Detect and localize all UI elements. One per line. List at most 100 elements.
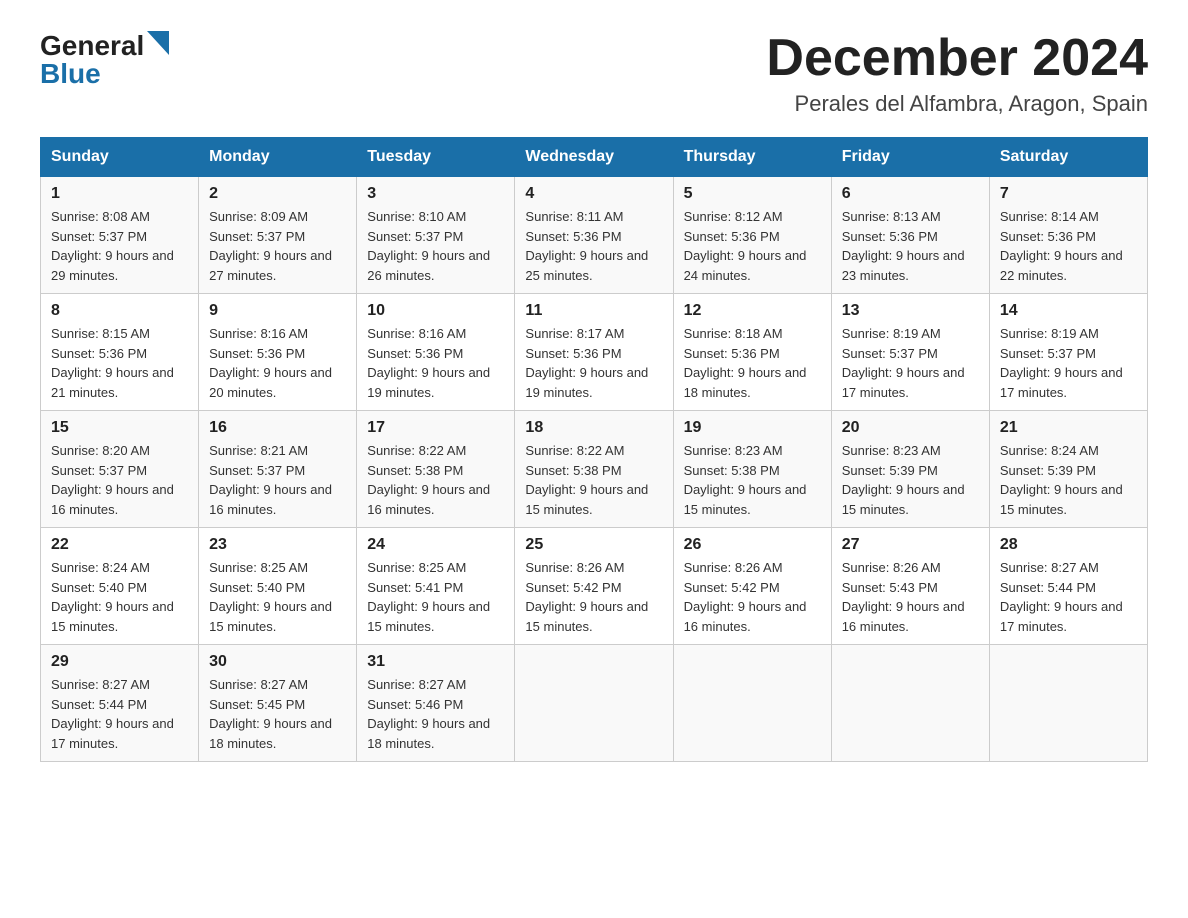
day-number: 20 <box>842 419 979 437</box>
day-info: Sunrise: 8:21 AMSunset: 5:37 PMDaylight:… <box>209 443 332 517</box>
calendar-cell: 21 Sunrise: 8:24 AMSunset: 5:39 PMDaylig… <box>989 411 1147 528</box>
calendar-cell <box>673 645 831 762</box>
calendar-cell: 5 Sunrise: 8:12 AMSunset: 5:36 PMDayligh… <box>673 177 831 294</box>
header-wednesday: Wednesday <box>515 138 673 177</box>
calendar-cell: 6 Sunrise: 8:13 AMSunset: 5:36 PMDayligh… <box>831 177 989 294</box>
calendar-cell: 28 Sunrise: 8:27 AMSunset: 5:44 PMDaylig… <box>989 528 1147 645</box>
calendar-table: Sunday Monday Tuesday Wednesday Thursday… <box>40 137 1148 762</box>
day-info: Sunrise: 8:23 AMSunset: 5:39 PMDaylight:… <box>842 443 965 517</box>
calendar-week-row: 22 Sunrise: 8:24 AMSunset: 5:40 PMDaylig… <box>41 528 1148 645</box>
day-number: 29 <box>51 653 188 671</box>
day-number: 18 <box>525 419 662 437</box>
day-info: Sunrise: 8:16 AMSunset: 5:36 PMDaylight:… <box>367 326 490 400</box>
calendar-cell: 10 Sunrise: 8:16 AMSunset: 5:36 PMDaylig… <box>357 294 515 411</box>
day-info: Sunrise: 8:27 AMSunset: 5:45 PMDaylight:… <box>209 677 332 751</box>
page: General Blue December 2024 Perales del A… <box>0 0 1188 792</box>
title-block: December 2024 Perales del Alfambra, Arag… <box>766 30 1148 117</box>
calendar-week-row: 15 Sunrise: 8:20 AMSunset: 5:37 PMDaylig… <box>41 411 1148 528</box>
calendar-cell: 1 Sunrise: 8:08 AMSunset: 5:37 PMDayligh… <box>41 177 199 294</box>
calendar-subtitle: Perales del Alfambra, Aragon, Spain <box>766 91 1148 117</box>
day-info: Sunrise: 8:24 AMSunset: 5:39 PMDaylight:… <box>1000 443 1123 517</box>
calendar-cell: 2 Sunrise: 8:09 AMSunset: 5:37 PMDayligh… <box>199 177 357 294</box>
calendar-cell: 8 Sunrise: 8:15 AMSunset: 5:36 PMDayligh… <box>41 294 199 411</box>
header-friday: Friday <box>831 138 989 177</box>
header-thursday: Thursday <box>673 138 831 177</box>
day-info: Sunrise: 8:18 AMSunset: 5:36 PMDaylight:… <box>684 326 807 400</box>
day-number: 28 <box>1000 536 1137 554</box>
header-saturday: Saturday <box>989 138 1147 177</box>
day-number: 1 <box>51 185 188 203</box>
day-info: Sunrise: 8:09 AMSunset: 5:37 PMDaylight:… <box>209 209 332 283</box>
day-info: Sunrise: 8:17 AMSunset: 5:36 PMDaylight:… <box>525 326 648 400</box>
calendar-cell: 18 Sunrise: 8:22 AMSunset: 5:38 PMDaylig… <box>515 411 673 528</box>
day-number: 11 <box>525 302 662 320</box>
day-number: 10 <box>367 302 504 320</box>
day-info: Sunrise: 8:14 AMSunset: 5:36 PMDaylight:… <box>1000 209 1123 283</box>
day-number: 8 <box>51 302 188 320</box>
calendar-week-row: 1 Sunrise: 8:08 AMSunset: 5:37 PMDayligh… <box>41 177 1148 294</box>
weekday-header-row: Sunday Monday Tuesday Wednesday Thursday… <box>41 138 1148 177</box>
calendar-cell: 15 Sunrise: 8:20 AMSunset: 5:37 PMDaylig… <box>41 411 199 528</box>
day-number: 4 <box>525 185 662 203</box>
day-number: 23 <box>209 536 346 554</box>
calendar-header: Sunday Monday Tuesday Wednesday Thursday… <box>41 138 1148 177</box>
day-number: 25 <box>525 536 662 554</box>
calendar-body: 1 Sunrise: 8:08 AMSunset: 5:37 PMDayligh… <box>41 177 1148 762</box>
calendar-cell: 3 Sunrise: 8:10 AMSunset: 5:37 PMDayligh… <box>357 177 515 294</box>
calendar-cell: 22 Sunrise: 8:24 AMSunset: 5:40 PMDaylig… <box>41 528 199 645</box>
day-number: 15 <box>51 419 188 437</box>
day-number: 6 <box>842 185 979 203</box>
header-tuesday: Tuesday <box>357 138 515 177</box>
calendar-cell: 20 Sunrise: 8:23 AMSunset: 5:39 PMDaylig… <box>831 411 989 528</box>
day-info: Sunrise: 8:27 AMSunset: 5:44 PMDaylight:… <box>1000 560 1123 634</box>
day-info: Sunrise: 8:15 AMSunset: 5:36 PMDaylight:… <box>51 326 174 400</box>
day-info: Sunrise: 8:22 AMSunset: 5:38 PMDaylight:… <box>367 443 490 517</box>
header-sunday: Sunday <box>41 138 199 177</box>
day-number: 30 <box>209 653 346 671</box>
day-number: 14 <box>1000 302 1137 320</box>
day-info: Sunrise: 8:27 AMSunset: 5:44 PMDaylight:… <box>51 677 174 751</box>
day-number: 12 <box>684 302 821 320</box>
calendar-cell: 25 Sunrise: 8:26 AMSunset: 5:42 PMDaylig… <box>515 528 673 645</box>
calendar-cell: 24 Sunrise: 8:25 AMSunset: 5:41 PMDaylig… <box>357 528 515 645</box>
calendar-cell <box>515 645 673 762</box>
day-info: Sunrise: 8:24 AMSunset: 5:40 PMDaylight:… <box>51 560 174 634</box>
day-number: 5 <box>684 185 821 203</box>
calendar-cell: 16 Sunrise: 8:21 AMSunset: 5:37 PMDaylig… <box>199 411 357 528</box>
day-number: 27 <box>842 536 979 554</box>
calendar-cell: 13 Sunrise: 8:19 AMSunset: 5:37 PMDaylig… <box>831 294 989 411</box>
calendar-cell: 11 Sunrise: 8:17 AMSunset: 5:36 PMDaylig… <box>515 294 673 411</box>
day-number: 26 <box>684 536 821 554</box>
day-info: Sunrise: 8:19 AMSunset: 5:37 PMDaylight:… <box>1000 326 1123 400</box>
calendar-week-row: 29 Sunrise: 8:27 AMSunset: 5:44 PMDaylig… <box>41 645 1148 762</box>
day-info: Sunrise: 8:26 AMSunset: 5:43 PMDaylight:… <box>842 560 965 634</box>
calendar-cell: 17 Sunrise: 8:22 AMSunset: 5:38 PMDaylig… <box>357 411 515 528</box>
calendar-cell: 14 Sunrise: 8:19 AMSunset: 5:37 PMDaylig… <box>989 294 1147 411</box>
calendar-cell: 26 Sunrise: 8:26 AMSunset: 5:42 PMDaylig… <box>673 528 831 645</box>
day-info: Sunrise: 8:13 AMSunset: 5:36 PMDaylight:… <box>842 209 965 283</box>
day-info: Sunrise: 8:19 AMSunset: 5:37 PMDaylight:… <box>842 326 965 400</box>
day-info: Sunrise: 8:25 AMSunset: 5:41 PMDaylight:… <box>367 560 490 634</box>
logo-arrow-icon <box>147 31 169 60</box>
day-info: Sunrise: 8:23 AMSunset: 5:38 PMDaylight:… <box>684 443 807 517</box>
calendar-cell: 9 Sunrise: 8:16 AMSunset: 5:36 PMDayligh… <box>199 294 357 411</box>
day-info: Sunrise: 8:08 AMSunset: 5:37 PMDaylight:… <box>51 209 174 283</box>
calendar-cell <box>831 645 989 762</box>
day-info: Sunrise: 8:26 AMSunset: 5:42 PMDaylight:… <box>525 560 648 634</box>
calendar-week-row: 8 Sunrise: 8:15 AMSunset: 5:36 PMDayligh… <box>41 294 1148 411</box>
day-number: 31 <box>367 653 504 671</box>
day-number: 16 <box>209 419 346 437</box>
day-info: Sunrise: 8:22 AMSunset: 5:38 PMDaylight:… <box>525 443 648 517</box>
day-info: Sunrise: 8:26 AMSunset: 5:42 PMDaylight:… <box>684 560 807 634</box>
day-info: Sunrise: 8:11 AMSunset: 5:36 PMDaylight:… <box>525 209 648 283</box>
calendar-cell: 27 Sunrise: 8:26 AMSunset: 5:43 PMDaylig… <box>831 528 989 645</box>
header: General Blue December 2024 Perales del A… <box>40 30 1148 117</box>
calendar-cell <box>989 645 1147 762</box>
calendar-cell: 29 Sunrise: 8:27 AMSunset: 5:44 PMDaylig… <box>41 645 199 762</box>
day-info: Sunrise: 8:27 AMSunset: 5:46 PMDaylight:… <box>367 677 490 751</box>
calendar-cell: 7 Sunrise: 8:14 AMSunset: 5:36 PMDayligh… <box>989 177 1147 294</box>
day-number: 21 <box>1000 419 1137 437</box>
day-number: 7 <box>1000 185 1137 203</box>
logo-blue-text: Blue <box>40 58 101 90</box>
day-number: 3 <box>367 185 504 203</box>
